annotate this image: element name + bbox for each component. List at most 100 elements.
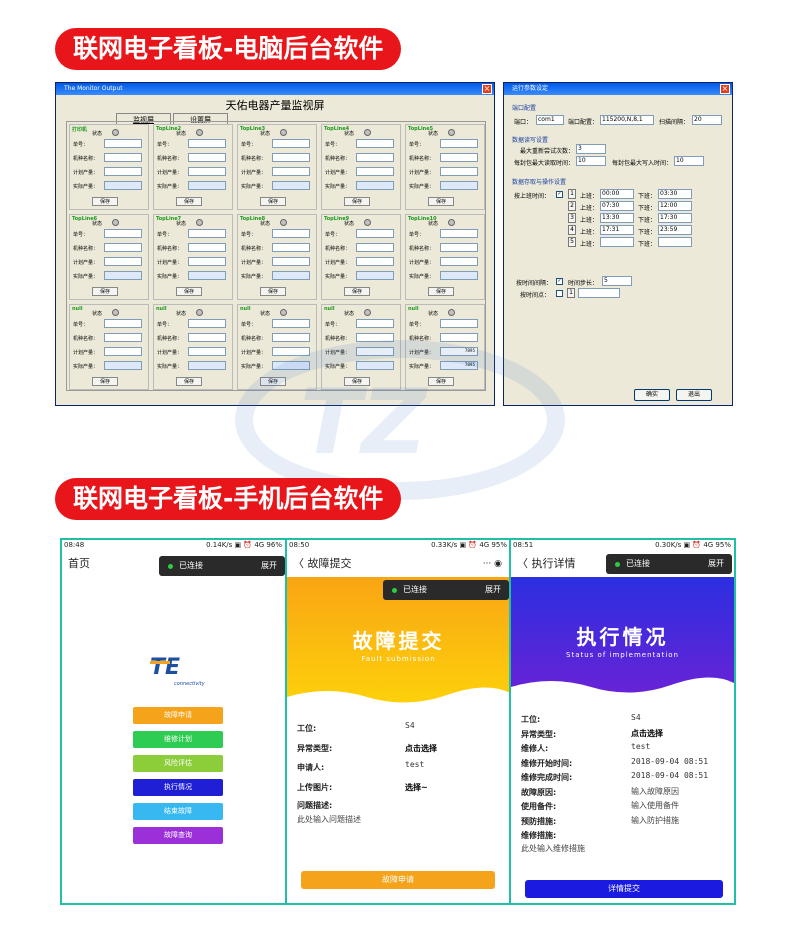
field-input[interactable] [188,153,226,162]
field-input[interactable] [440,319,478,328]
save-button[interactable]: 保存 [428,287,454,296]
save-button[interactable]: 保存 [176,377,202,386]
point-button[interactable]: 1 [567,288,575,298]
field-input[interactable] [104,181,142,190]
save-button[interactable]: 保存 [428,197,454,206]
field-input[interactable] [104,139,142,148]
point-checkbox[interactable] [556,290,563,297]
port-input[interactable]: com1 [536,115,564,125]
shift-number-button[interactable]: 4 [568,225,576,235]
field-input[interactable] [440,153,478,162]
upload-button[interactable]: 选择~ [405,782,428,793]
shift-number-button[interactable]: 5 [568,237,576,247]
field-input[interactable] [104,167,142,176]
more-icon[interactable]: ··· ◉ [483,551,502,577]
field-input[interactable] [440,271,478,280]
save-button[interactable]: 保存 [176,197,202,206]
on-time-input[interactable]: 17:31 [600,225,634,235]
field-input[interactable] [188,243,226,252]
interval-checkbox[interactable]: ✓ [556,278,563,285]
expand-button[interactable]: 展开 [261,556,277,576]
detail-value[interactable]: 输入故障原因 [631,786,679,797]
field-input[interactable] [440,257,478,266]
menu-button[interactable]: 维修计划 [133,731,223,748]
field-input[interactable] [356,139,394,148]
field-input[interactable] [104,333,142,342]
station-value[interactable]: S4 [405,721,415,730]
field-input[interactable] [440,181,478,190]
off-time-input[interactable]: 17:30 [658,213,692,223]
field-input[interactable] [272,333,310,342]
desc-input[interactable]: 此处输入问题描述 [297,814,361,825]
field-input[interactable] [104,243,142,252]
ok-button[interactable]: 确实 [634,389,670,401]
save-button[interactable]: 保存 [92,197,118,206]
field-input[interactable] [272,139,310,148]
field-input[interactable] [356,229,394,238]
field-input[interactable] [188,229,226,238]
read-max-input[interactable]: 10 [576,156,606,166]
measure-input[interactable]: 此处输入维修措施 [521,843,585,854]
expand-button[interactable]: 展开 [485,580,501,600]
field-input[interactable] [104,361,142,370]
shift-number-button[interactable]: 2 [568,201,576,211]
field-input[interactable] [188,333,226,342]
field-input[interactable] [104,347,142,356]
detail-value[interactable]: test [631,742,650,751]
field-input[interactable] [440,243,478,252]
off-time-input[interactable]: 03:30 [658,189,692,199]
by-time-checkbox[interactable]: ✓ [556,191,563,198]
write-max-input[interactable]: 10 [674,156,704,166]
retry-input[interactable]: 3 [576,144,606,154]
scan-input[interactable]: 20 [692,115,722,125]
field-input[interactable] [440,333,478,342]
menu-button[interactable]: 执行情况 [133,779,223,796]
field-input[interactable] [356,319,394,328]
field-input[interactable] [188,347,226,356]
field-input[interactable] [188,271,226,280]
detail-value[interactable]: 点击选择 [631,728,663,739]
field-input[interactable] [440,229,478,238]
close-icon[interactable]: × [482,84,492,94]
field-input[interactable] [440,167,478,176]
menu-button[interactable]: 风险评估 [133,755,223,772]
save-button[interactable]: 保存 [344,287,370,296]
field-input[interactable] [272,319,310,328]
off-time-input[interactable] [658,237,692,247]
menu-button[interactable]: 故障查询 [133,827,223,844]
detail-value[interactable]: 2018-09-04 08:51 [631,771,708,780]
menu-button[interactable]: 故障申请 [133,707,223,724]
field-input[interactable] [104,153,142,162]
field-input[interactable] [188,139,226,148]
field-input[interactable] [356,271,394,280]
applicant-value[interactable]: test [405,760,424,769]
save-button[interactable]: 保存 [92,377,118,386]
off-time-input[interactable]: 12:00 [658,201,692,211]
save-button[interactable]: 保存 [260,197,286,206]
connection-pill[interactable]: 已连接 展开 [159,556,285,576]
off-time-input[interactable]: 23:59 [658,225,692,235]
on-time-input[interactable]: 07:30 [600,201,634,211]
field-input[interactable] [104,229,142,238]
field-input[interactable] [188,361,226,370]
field-input[interactable] [356,243,394,252]
field-input[interactable] [272,243,310,252]
shift-number-button[interactable]: 1 [568,189,576,199]
detail-value[interactable]: 输入防护措施 [631,815,679,826]
field-input[interactable] [356,181,394,190]
on-time-input[interactable]: 00:00 [600,189,634,199]
close-icon[interactable]: × [720,84,730,94]
connection-pill[interactable]: 已连接 展开 [383,580,509,600]
field-input[interactable] [104,319,142,328]
type-select[interactable]: 点击选择 [405,743,437,754]
field-input[interactable] [188,319,226,328]
exit-button[interactable]: 退出 [676,389,712,401]
field-input[interactable] [272,181,310,190]
field-input[interactable] [104,257,142,266]
shift-number-button[interactable]: 3 [568,213,576,223]
field-input[interactable] [272,153,310,162]
save-button[interactable]: 保存 [176,287,202,296]
field-input[interactable] [440,139,478,148]
back-icon[interactable]: 〈 [293,557,304,570]
back-icon[interactable]: 〈 [517,557,528,570]
